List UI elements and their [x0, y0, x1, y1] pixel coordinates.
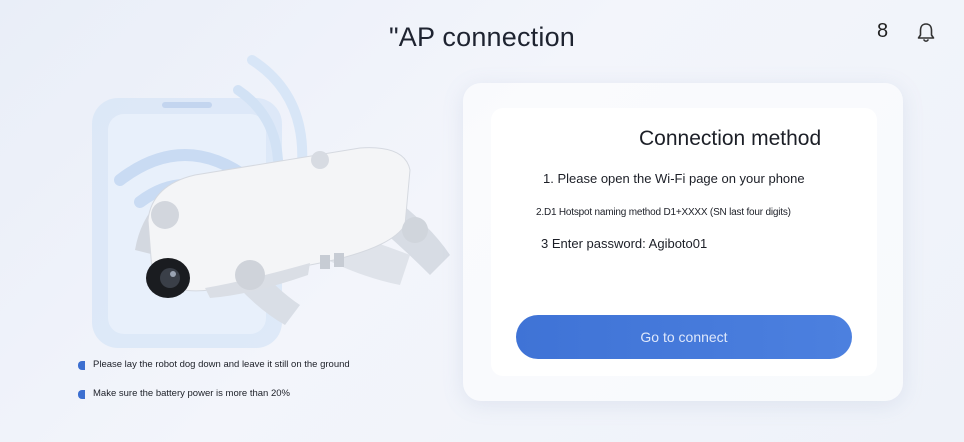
tip-lay-down-text: Please lay the robot dog down and leave … [93, 359, 350, 370]
robot-dog-illustration [92, 55, 450, 348]
step-2-text: 2.D1 Hotspot naming method D1+XXXX (SN l… [536, 207, 791, 218]
page-title: "AP connection [388, 22, 575, 52]
status-number: 8 [877, 20, 889, 42]
tip-battery-text: Make sure the battery power is more than… [93, 388, 290, 399]
tip-bullet-icon [78, 390, 85, 399]
go-to-connect-button[interactable]: Go to connect [516, 315, 852, 359]
step-1-text: 1. Please open the Wi-Fi page on your ph… [543, 171, 805, 186]
bell-icon[interactable] [916, 22, 936, 44]
tip-bullet-icon [78, 361, 85, 370]
ap-connection-screen: "AP connection 8 Connection method 1. Pl… [0, 0, 964, 442]
step-3-text: 3 Enter password: Agiboto01 [541, 236, 708, 251]
connection-method-title: Connection method [639, 127, 822, 150]
